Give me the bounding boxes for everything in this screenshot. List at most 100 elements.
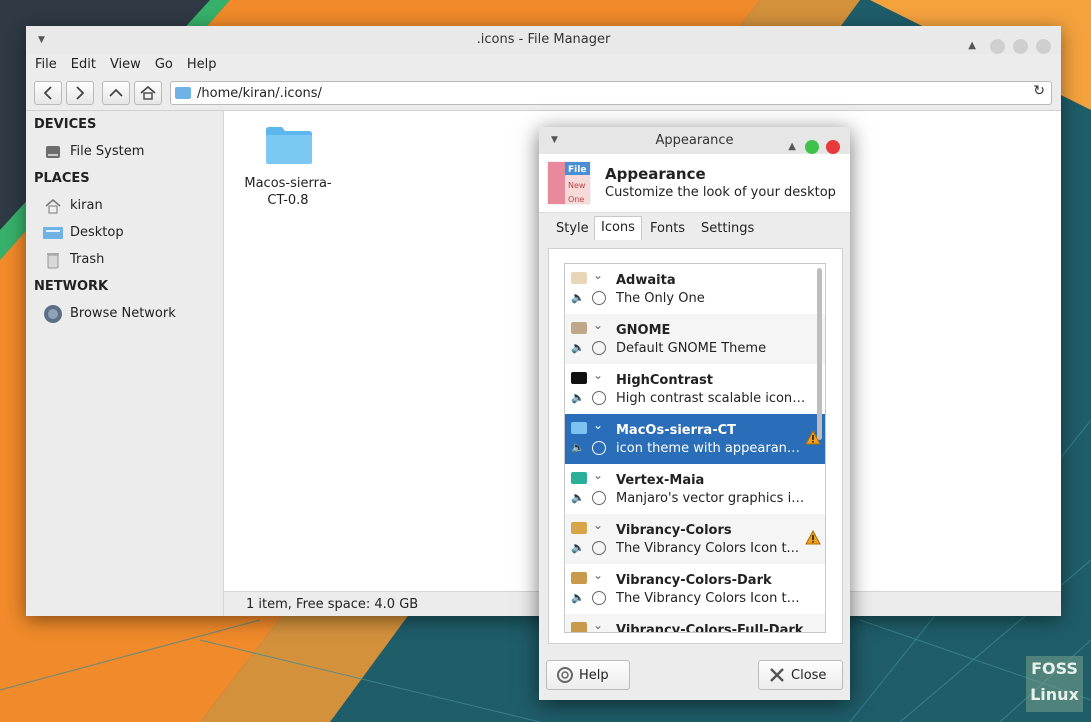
- sidebar-item-label: Trash: [70, 252, 105, 267]
- sidebar-item-label: Desktop: [70, 225, 124, 240]
- theme-name: Adwaita: [616, 273, 676, 288]
- parent-folder-button[interactable]: [102, 81, 130, 105]
- folder-icon: [571, 622, 587, 632]
- theme-description: Default GNOME Theme: [616, 341, 767, 356]
- sidebar-item-file-system[interactable]: File System: [26, 138, 223, 165]
- download-icon: ⌄: [593, 568, 604, 582]
- menu-view[interactable]: View: [110, 54, 149, 76]
- theme-description: The Vibrancy Colors Icon t...: [616, 541, 799, 556]
- tab-bar: Style Icons Fonts Settings: [539, 213, 850, 243]
- maximize-button[interactable]: [805, 139, 819, 154]
- sidebar-item-desktop[interactable]: Desktop: [26, 219, 223, 246]
- browser-icon: [592, 491, 606, 505]
- network-icon: [43, 304, 63, 324]
- icons-panel: ⌄ 🔈 Adwaita The Only One ⌄ 🔈 GNOME Default GNOM…: [548, 248, 843, 644]
- close-dialog-button[interactable]: Close: [758, 660, 843, 690]
- refresh-icon[interactable]: ↻: [1033, 83, 1045, 99]
- dialog-title: Appearance: [655, 133, 734, 148]
- location-bar[interactable]: /home/kiran/.icons/ ↻: [170, 81, 1052, 105]
- theme-row[interactable]: ⌄ 🔈 Adwaita The Only One: [565, 264, 825, 314]
- forward-button[interactable]: [66, 81, 94, 105]
- menu-file[interactable]: File: [35, 54, 65, 76]
- download-icon: ⌄: [593, 618, 604, 632]
- close-button[interactable]: [1036, 38, 1051, 54]
- browser-icon: [592, 591, 606, 605]
- tab-icons[interactable]: Icons: [594, 216, 642, 240]
- scrollbar-thumb[interactable]: [817, 268, 822, 440]
- chevron-left-icon: [43, 86, 52, 100]
- location-path: /home/kiran/.icons/: [197, 85, 322, 101]
- sidebar-header-devices: DEVICES: [34, 117, 97, 132]
- window-menu-icon[interactable]: ▼: [551, 127, 558, 154]
- chevron-up-icon: [109, 88, 123, 97]
- download-icon: ⌄: [593, 268, 604, 282]
- folder-icon: [266, 127, 312, 164]
- sidebar-item-browse-network[interactable]: Browse Network: [26, 300, 223, 327]
- speaker-icon: 🔈: [571, 541, 585, 554]
- folder-icon: [571, 372, 587, 384]
- shade-icon[interactable]: ▲: [968, 32, 976, 60]
- folder-icon: [571, 522, 587, 534]
- browser-icon: [592, 441, 606, 455]
- dialog-title-bar: ▼ Appearance ▲: [539, 127, 850, 154]
- minimize-button[interactable]: [990, 38, 1005, 54]
- folder-icon: [175, 87, 191, 99]
- help-icon: [557, 667, 573, 683]
- theme-description: icon theme with appearanc...: [616, 441, 806, 456]
- appearance-dialog: ▼ Appearance ▲ File New One Appearance C…: [539, 127, 850, 700]
- icon-theme-list[interactable]: ⌄ 🔈 Adwaita The Only One ⌄ 🔈 GNOME Default GNOM…: [564, 263, 826, 633]
- app-icon-label: New: [568, 181, 586, 190]
- menu-help[interactable]: Help: [187, 54, 225, 76]
- speaker-icon: 🔈: [571, 341, 585, 354]
- title-bar: ▼ .icons - File Manager ▲: [26, 26, 1061, 54]
- help-button[interactable]: Help: [546, 660, 630, 690]
- home-icon: [43, 196, 63, 216]
- close-button[interactable]: [826, 139, 840, 154]
- home-button[interactable]: [134, 81, 162, 105]
- appearance-app-icon: File New One: [547, 161, 591, 205]
- sidebar-item-kiran[interactable]: kiran: [26, 192, 223, 219]
- download-icon: ⌄: [593, 518, 604, 532]
- tab-style[interactable]: Style: [556, 221, 589, 236]
- theme-name: HighContrast: [616, 373, 713, 388]
- dialog-header-subtitle: Customize the look of your desktop: [605, 185, 836, 200]
- theme-row[interactable]: ⌄ 🔈 Vibrancy-Colors The Vibrancy Colors Ico…: [565, 514, 825, 564]
- menu-go[interactable]: Go: [155, 54, 181, 76]
- sidebar: DEVICES File System PLACES kiran Desktop…: [26, 111, 224, 616]
- sidebar-item-trash[interactable]: Trash: [26, 246, 223, 273]
- tab-fonts[interactable]: Fonts: [650, 221, 685, 236]
- theme-name: Vibrancy-Colors-Dark: [616, 573, 772, 588]
- sidebar-header-places: PLACES: [34, 171, 90, 186]
- desktop-icon: [43, 223, 63, 243]
- chevron-right-icon: [76, 86, 85, 100]
- download-icon: ⌄: [593, 368, 604, 382]
- tab-settings[interactable]: Settings: [701, 221, 754, 236]
- toolbar: /home/kiran/.icons/ ↻: [26, 76, 1061, 111]
- watermark-line2: Linux: [1030, 685, 1079, 704]
- download-icon: ⌄: [593, 318, 604, 332]
- theme-row[interactable]: ⌄ 🔈 HighContrast High contrast scalable ico…: [565, 364, 825, 414]
- speaker-icon: 🔈: [571, 441, 585, 454]
- speaker-icon: 🔈: [571, 591, 585, 604]
- theme-row[interactable]: ⌄ 🔈 MacOs-sierra-CT icon theme with appeara…: [565, 414, 825, 464]
- theme-name: GNOME: [616, 323, 671, 338]
- menu-edit[interactable]: Edit: [71, 54, 104, 76]
- browser-icon: [592, 291, 606, 305]
- back-button[interactable]: [34, 81, 62, 105]
- theme-row[interactable]: ⌄ 🔈 Vertex-Maia Manjaro's vector graphics i…: [565, 464, 825, 514]
- theme-row[interactable]: ⌄ 🔈 GNOME Default GNOME Theme: [565, 314, 825, 364]
- theme-description: The Only One: [616, 291, 705, 306]
- trash-icon: [43, 250, 63, 270]
- file-item-label: Macos-sierra-CT-0.8: [244, 176, 332, 208]
- window-menu-icon[interactable]: ▼: [38, 26, 45, 54]
- theme-row[interactable]: ⌄🔈Vibrancy-Colors-Full-Dark: [565, 614, 825, 632]
- close-icon: [770, 668, 784, 682]
- maximize-button[interactable]: [1013, 38, 1028, 54]
- window-title: .icons - File Manager: [476, 32, 611, 47]
- theme-row[interactable]: ⌄ 🔈 Vibrancy-Colors-Dark The Vibrancy Color…: [565, 564, 825, 614]
- home-icon: [140, 86, 156, 100]
- folder-icon: [571, 472, 587, 484]
- app-icon-label: File: [568, 165, 586, 175]
- theme-name: MacOs-sierra-CT: [616, 423, 737, 438]
- sidebar-item-label: Browse Network: [70, 306, 176, 321]
